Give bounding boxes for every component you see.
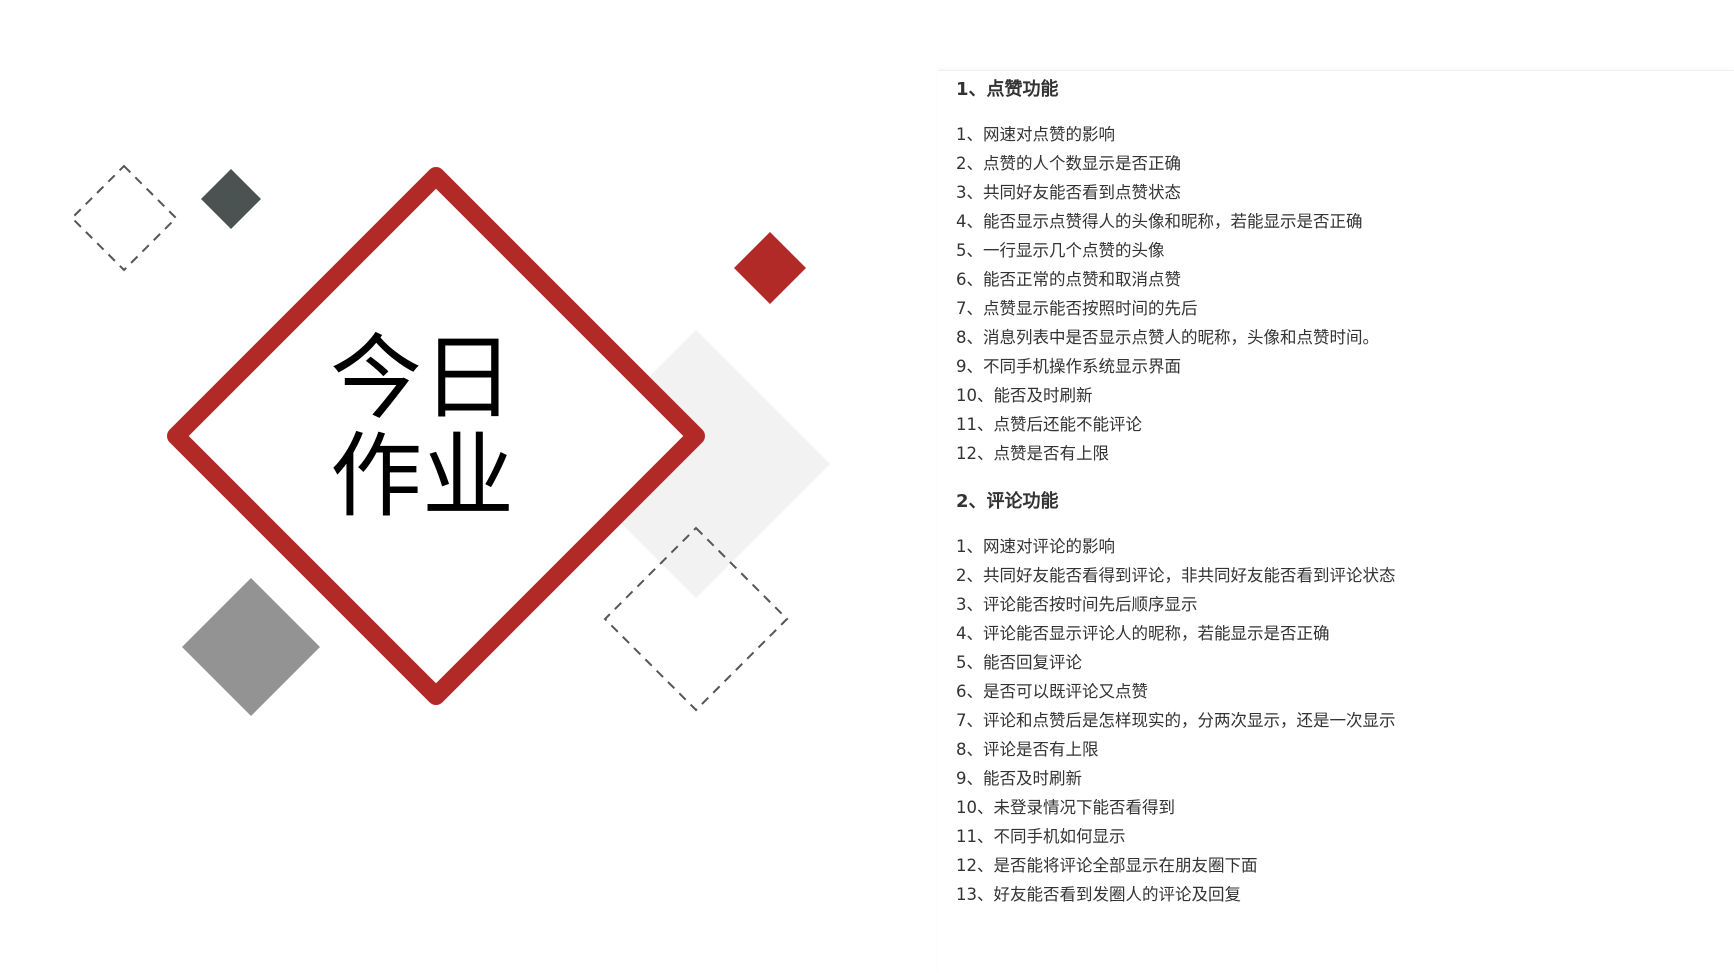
comments-test-list: 1、网速对评论的影响 2、共同好友能否看得到评论，非共同好友能否看到评论状态 3… (956, 532, 1396, 909)
list-item: 13、好友能否看到发圈人的评论及回复 (956, 885, 1241, 904)
section-title-comments: 2、评论功能 (956, 491, 1059, 512)
list-item: 9、能否及时刷新 (956, 769, 1082, 788)
list-item: 1、网速对点赞的影响 (956, 125, 1115, 144)
list-item: 12、点赞是否有上限 (956, 444, 1109, 463)
red-small-diamond (734, 232, 806, 304)
list-item: 2、点赞的人个数显示是否正确 (956, 154, 1181, 173)
list-item: 12、是否能将评论全部显示在朋友圈下面 (956, 856, 1258, 875)
list-item: 5、一行显示几个点赞的头像 (956, 241, 1165, 260)
homework-document: 1、点赞功能 1、网速对点赞的影响 2、点赞的人个数显示是否正确 3、共同好友能… (938, 70, 1734, 973)
slide-title: 今日 作业 (330, 330, 514, 526)
list-item: 6、能否正常的点赞和取消点赞 (956, 270, 1181, 289)
list-item: 4、能否显示点赞得人的头像和昵称，若能显示是否正确 (956, 212, 1363, 231)
title-line-1: 今日 (330, 325, 515, 432)
section-title-likes: 1、点赞功能 (956, 79, 1059, 100)
list-item: 2、共同好友能否看得到评论，非共同好友能否看到评论状态 (956, 566, 1396, 585)
list-item: 8、评论是否有上限 (956, 740, 1099, 759)
list-item: 1、网速对评论的影响 (956, 537, 1115, 556)
likes-test-list: 1、网速对点赞的影响 2、点赞的人个数显示是否正确 3、共同好友能否看到点赞状态… (956, 120, 1379, 468)
list-item: 3、共同好友能否看到点赞状态 (956, 183, 1181, 202)
list-item: 4、评论能否显示评论人的昵称，若能显示是否正确 (956, 624, 1330, 643)
gray-diamond-bottom-left (182, 578, 320, 716)
list-item: 11、不同手机如何显示 (956, 827, 1126, 846)
list-item: 6、是否可以既评论又点赞 (956, 682, 1148, 701)
list-item: 7、点赞显示能否按照时间的先后 (956, 299, 1198, 318)
list-item: 3、评论能否按时间先后顺序显示 (956, 595, 1198, 614)
list-item: 5、能否回复评论 (956, 653, 1082, 672)
list-item: 10、未登录情况下能否看得到 (956, 798, 1175, 817)
dark-gray-diamond (201, 169, 261, 229)
title-line-2: 作业 (330, 423, 515, 530)
dashed-diamond-top-left (70, 164, 178, 272)
list-item: 10、能否及时刷新 (956, 386, 1093, 405)
list-item: 8、消息列表中是否显示点赞人的昵称，头像和点赞时间。 (956, 328, 1379, 347)
list-item: 11、点赞后还能不能评论 (956, 415, 1142, 434)
list-item: 7、评论和点赞后是怎样现实的，分两次显示，还是一次显示 (956, 711, 1396, 730)
list-item: 9、不同手机操作系统显示界面 (956, 357, 1181, 376)
